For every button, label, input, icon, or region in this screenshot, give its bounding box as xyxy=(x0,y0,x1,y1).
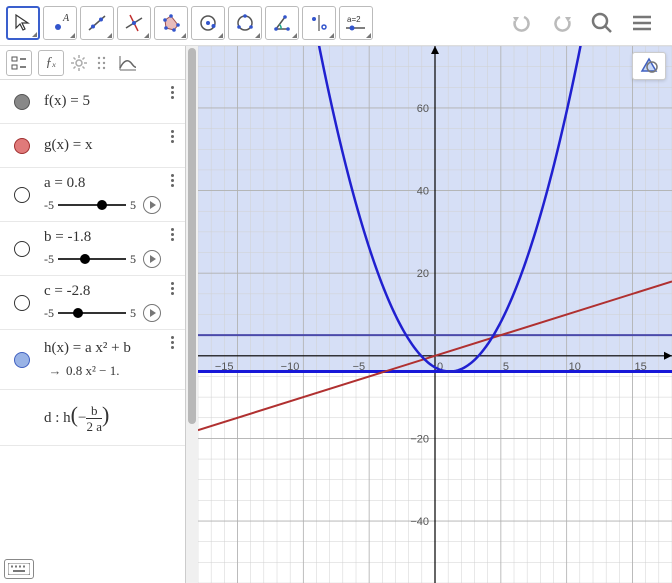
slider-c[interactable] xyxy=(58,312,126,314)
slider-tool[interactable]: a=2 xyxy=(339,6,373,40)
algebra-item-a[interactable]: a = 0.8 -5 5 xyxy=(0,168,185,222)
visibility-toggle-h[interactable] xyxy=(14,352,30,368)
item-menu-c[interactable] xyxy=(164,282,180,295)
search-button[interactable] xyxy=(588,9,616,37)
algebra-scrollbar[interactable] xyxy=(186,46,198,583)
slider-min-b: -5 xyxy=(44,252,54,267)
keyboard-button[interactable] xyxy=(4,559,34,579)
slider-max-a: 5 xyxy=(130,198,136,213)
svg-text:40: 40 xyxy=(417,186,429,198)
svg-text:−20: −20 xyxy=(410,433,429,445)
tool-group: A a=2 xyxy=(6,6,373,40)
main-area: ƒₓ f(x) = 5 g(x) = x xyxy=(0,46,672,583)
expr-d: d : h(−b2 a) xyxy=(44,399,185,436)
reflect-tool[interactable] xyxy=(302,6,336,40)
svg-text:60: 60 xyxy=(417,103,429,115)
visibility-toggle-b[interactable] xyxy=(14,241,30,257)
main-toolbar: A a=2 xyxy=(0,0,672,46)
svg-text:−40: −40 xyxy=(410,516,429,528)
play-a[interactable] xyxy=(143,196,161,214)
angle-tool[interactable] xyxy=(265,6,299,40)
line-tool[interactable] xyxy=(80,6,114,40)
sort-icon[interactable] xyxy=(94,53,112,73)
algebra-item-d[interactable]: d : h(−b2 a) xyxy=(0,390,185,446)
svg-text:a=2: a=2 xyxy=(347,15,361,24)
visibility-toggle-a[interactable] xyxy=(14,187,30,203)
item-menu-f[interactable] xyxy=(164,86,180,99)
move-tool[interactable] xyxy=(6,6,40,40)
item-menu-h[interactable] xyxy=(164,336,180,349)
toolbar-right xyxy=(508,9,666,37)
redo-button[interactable] xyxy=(548,9,576,37)
polygon-tool[interactable] xyxy=(154,6,188,40)
perpendicular-tool[interactable] xyxy=(117,6,151,40)
algebra-item-g[interactable]: g(x) = x xyxy=(0,124,185,168)
algebra-header: ƒₓ xyxy=(0,46,185,80)
slider-a[interactable] xyxy=(58,204,126,206)
item-menu-g[interactable] xyxy=(164,130,180,143)
algebra-list: f(x) = 5 g(x) = x a = 0.8 -5 5 xyxy=(0,80,185,583)
algebra-item-h[interactable]: h(x) = a x² + b →0.8 x² − 1. xyxy=(0,330,185,390)
graph-controls xyxy=(632,52,666,80)
menu-button[interactable] xyxy=(628,9,656,37)
algebra-item-b[interactable]: b = -1.8 -5 5 xyxy=(0,222,185,276)
play-b[interactable] xyxy=(143,250,161,268)
slider-max-b: 5 xyxy=(130,252,136,267)
expr-h-eval: 0.8 x² − 1. xyxy=(66,363,119,378)
graph-view[interactable]: −15−10−5051015−40−20204060 xyxy=(198,46,672,583)
item-menu-b[interactable] xyxy=(164,228,180,241)
slider-min-c: -5 xyxy=(44,306,54,321)
slider-max-c: 5 xyxy=(130,306,136,321)
visibility-toggle-g[interactable] xyxy=(14,138,30,154)
graph-style-button[interactable] xyxy=(632,52,666,80)
visibility-toggle-f[interactable] xyxy=(14,94,30,110)
visibility-toggle-c[interactable] xyxy=(14,295,30,311)
graph-icon[interactable] xyxy=(118,53,136,73)
input-mode-button[interactable] xyxy=(6,50,32,76)
item-menu-a[interactable] xyxy=(164,174,180,187)
settings-icon[interactable] xyxy=(70,53,88,73)
fx-button[interactable]: ƒₓ xyxy=(38,50,64,76)
svg-text:20: 20 xyxy=(417,268,429,280)
point-tool[interactable]: A xyxy=(43,6,77,40)
slider-b[interactable] xyxy=(58,258,126,260)
algebra-panel: ƒₓ f(x) = 5 g(x) = x xyxy=(0,46,186,583)
svg-text:A: A xyxy=(62,13,70,24)
graph-canvas[interactable]: −15−10−5051015−40−20204060 xyxy=(198,46,672,583)
algebra-item-f[interactable]: f(x) = 5 xyxy=(0,80,185,124)
slider-min-a: -5 xyxy=(44,198,54,213)
circle-center-tool[interactable] xyxy=(191,6,225,40)
undo-button[interactable] xyxy=(508,9,536,37)
algebra-item-c[interactable]: c = -2.8 -5 5 xyxy=(0,276,185,330)
ellipse-tool[interactable] xyxy=(228,6,262,40)
play-c[interactable] xyxy=(143,304,161,322)
